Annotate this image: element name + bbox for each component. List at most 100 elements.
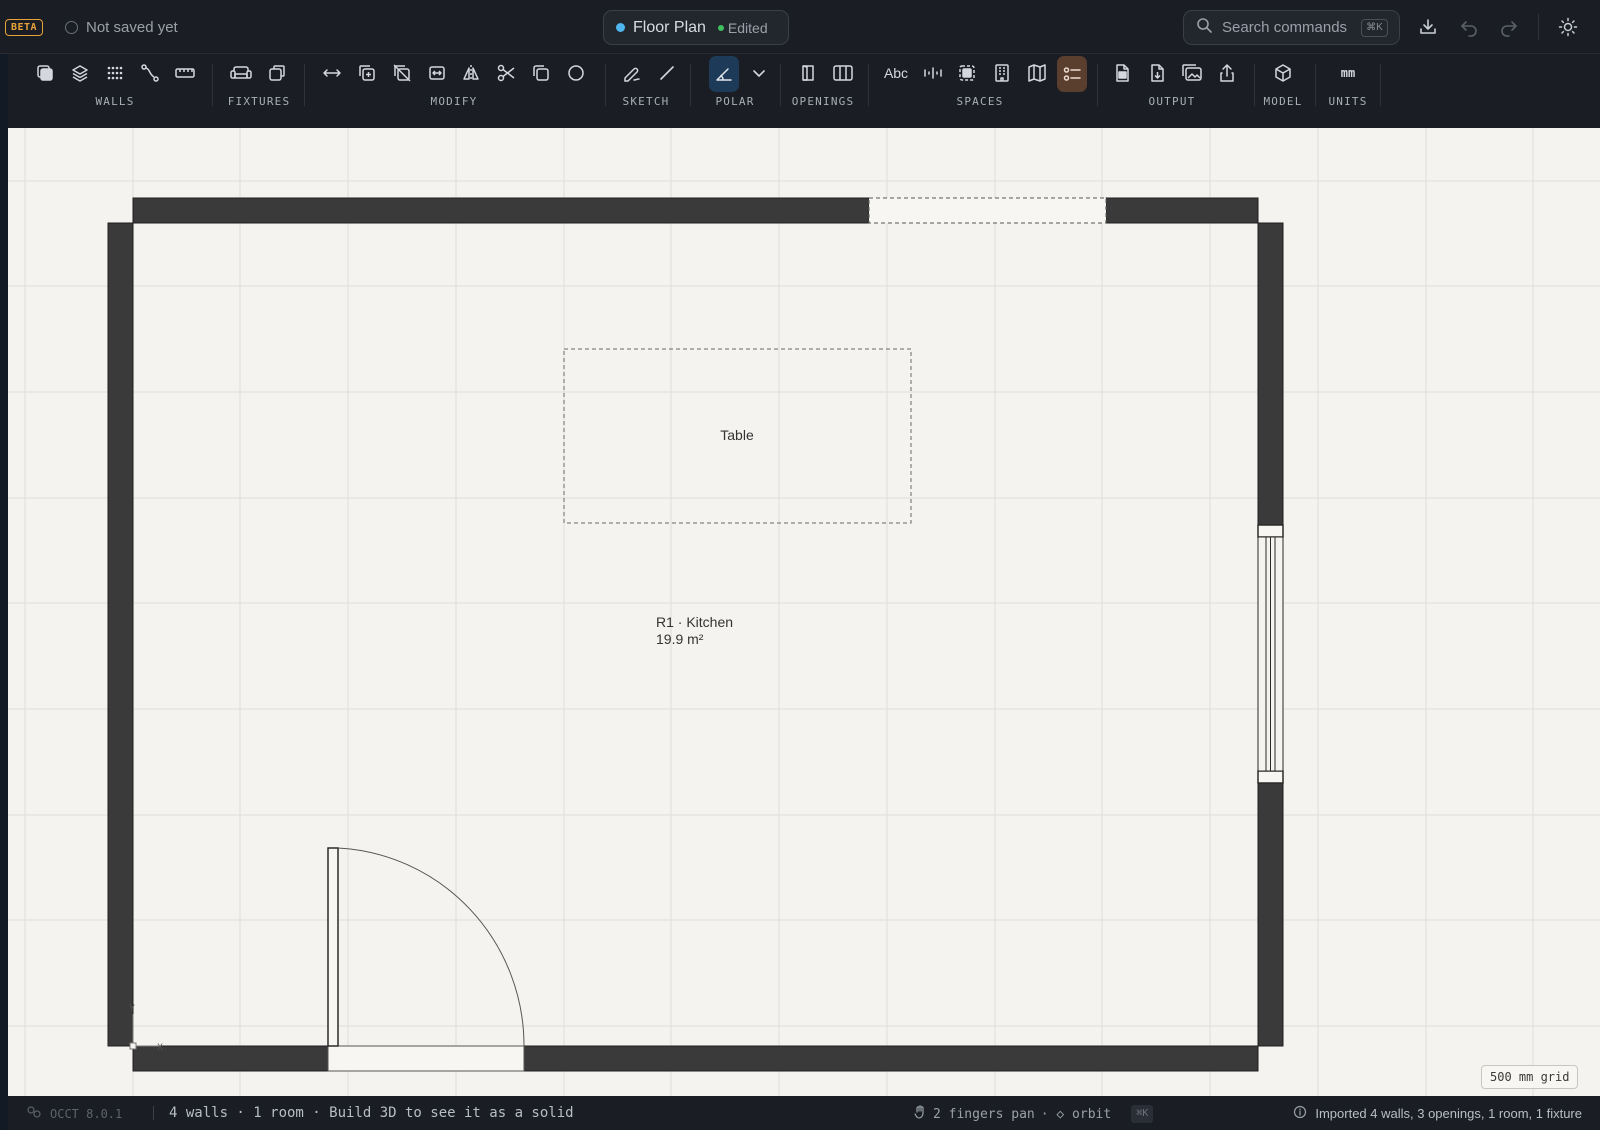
right-window (1257, 524, 1284, 784)
wall-top-right (1105, 197, 1259, 224)
copy-add-icon[interactable] (352, 58, 382, 88)
text-tool-button[interactable]: Abc (879, 58, 913, 88)
axis-x-label: X (157, 1042, 163, 1052)
grid-dots-icon[interactable] (100, 58, 130, 88)
export-dxf-icon[interactable] (1107, 58, 1137, 88)
window-icon[interactable] (828, 58, 858, 88)
search-shortcut: ⌘K (1361, 18, 1388, 37)
polyline-icon[interactable] (135, 58, 165, 88)
engine-version-text: OCCT 8.0.1 (50, 1106, 123, 1121)
group-label-spaces: SPACES (956, 95, 1004, 108)
export-pdf-icon[interactable] (1142, 58, 1172, 88)
shortcut-hint: ⌘K (1131, 1105, 1154, 1123)
group-separator (780, 64, 781, 106)
search-placeholder: Search commands (1222, 19, 1348, 36)
grid-scale-badge: 500 mm grid (1481, 1065, 1579, 1089)
units-button[interactable]: mm (1333, 58, 1363, 88)
axis-y-label: Y (129, 1003, 135, 1013)
room-name: R1 · Kitchen (656, 614, 733, 630)
group-label-units: UNITS (1328, 95, 1368, 108)
sofa-icon[interactable] (226, 58, 256, 88)
download-icon[interactable] (1417, 16, 1439, 38)
navigation-hints: 2 fingers pan · ◇ orbit ⌘K (913, 1105, 1154, 1123)
search-icon (1196, 17, 1212, 38)
duplicate-fixture-icon[interactable] (262, 58, 292, 88)
freehand-icon[interactable] (617, 58, 647, 88)
offset-icon[interactable] (526, 58, 556, 88)
line-icon[interactable] (652, 58, 682, 88)
wall-top-left (132, 197, 870, 224)
undo-icon[interactable] (1458, 16, 1480, 38)
group-separator (868, 64, 869, 106)
group-label-sketch: SKETCH (622, 95, 670, 108)
stretch-icon[interactable] (422, 58, 452, 88)
ruler-icon[interactable] (170, 58, 200, 88)
theme-sun-icon[interactable] (1557, 16, 1579, 38)
building-icon[interactable] (987, 58, 1017, 88)
group-separator (1097, 64, 1098, 106)
statusbar-divider (153, 1106, 154, 1120)
document-state: Edited (727, 19, 768, 36)
copy-off-icon[interactable] (387, 58, 417, 88)
group-label-openings: OPENINGS (791, 95, 855, 108)
wall-right-upper (1257, 222, 1284, 526)
layers-icon[interactable] (65, 58, 95, 88)
command-search[interactable]: Search commands ⌘K (1183, 10, 1400, 45)
group-label-walls: WALLS (95, 95, 135, 108)
chevron-down-icon[interactable] (744, 58, 774, 88)
import-info: Imported 4 walls, 3 openings, 1 room, 1 … (1293, 1105, 1582, 1122)
map-icon[interactable] (1022, 58, 1052, 88)
group-label-output: OUTPUT (1148, 95, 1196, 108)
document-title: Floor Plan (633, 18, 706, 36)
wall-tool-icon[interactable] (30, 58, 60, 88)
mirror-icon[interactable] (456, 58, 486, 88)
group-label-polar: POLAR (715, 95, 755, 108)
move-horizontal-icon[interactable] (317, 58, 347, 88)
engine-gears-icon (26, 1105, 42, 1122)
group-separator (690, 64, 691, 106)
wall-bottom-right (523, 1045, 1259, 1072)
wall-left (107, 222, 134, 1047)
floor-plan-drawing: Y X Table R1 · Kitchen 19.9 m² (8, 128, 1600, 1096)
share-icon[interactable] (1212, 58, 1242, 88)
import-info-text: Imported 4 walls, 3 openings, 1 room, 1 … (1315, 1106, 1582, 1121)
cube-3d-icon[interactable] (1268, 58, 1298, 88)
room-area: 19.9 m² (656, 631, 704, 647)
orbit-hint: · ◇ orbit (1040, 1106, 1112, 1122)
group-separator (304, 64, 305, 106)
save-status: Not saved yet (65, 17, 178, 37)
title-bar: BETA Not saved yet Floor Plan Edited Sea… (0, 0, 1600, 54)
door-icon[interactable] (793, 58, 823, 88)
top-wall-opening (868, 197, 1107, 224)
beta-badge: BETA (5, 19, 44, 36)
export-image-icon[interactable] (1177, 58, 1207, 88)
app-window: BETA Not saved yet Floor Plan Edited Sea… (0, 0, 1600, 1130)
pan-hint: 2 fingers pan (933, 1106, 1035, 1122)
group-separator (605, 64, 606, 106)
room-select-icon[interactable] (952, 58, 982, 88)
info-icon (1293, 1105, 1307, 1122)
drawing-canvas[interactable]: Y X Table R1 · Kitchen 19.9 m² 500 mm gr… (8, 128, 1600, 1096)
dimension-icon[interactable] (918, 58, 948, 88)
group-separator (1380, 64, 1381, 106)
redo-icon[interactable] (1498, 16, 1520, 38)
group-label-modify: MODIFY (430, 95, 478, 108)
circle-icon[interactable] (561, 58, 591, 88)
engine-version: OCCT 8.0.1 (26, 1105, 122, 1122)
scissors-icon[interactable] (491, 58, 521, 88)
model-summary: 4 walls · 1 room · Build 3D to see it as… (169, 1105, 574, 1121)
status-bar: OCCT 8.0.1 4 walls · 1 room · Build 3D t… (8, 1096, 1600, 1130)
unsaved-circle-icon (65, 20, 78, 34)
canvas-grid (8, 128, 1600, 1096)
document-dot-icon (616, 23, 625, 32)
wall-right-lower (1257, 782, 1284, 1047)
document-title-pill[interactable]: Floor Plan Edited (603, 10, 789, 45)
polar-angle-icon[interactable] (709, 56, 739, 92)
edited-dot-icon (717, 24, 724, 31)
group-label-model: MODEL (1263, 95, 1303, 108)
pan-gesture-icon (913, 1105, 927, 1123)
table-label: Table (720, 427, 754, 443)
group-label-fixtures: FIXTURES (227, 95, 291, 108)
door (327, 847, 525, 1072)
room-list-icon[interactable] (1057, 56, 1087, 92)
